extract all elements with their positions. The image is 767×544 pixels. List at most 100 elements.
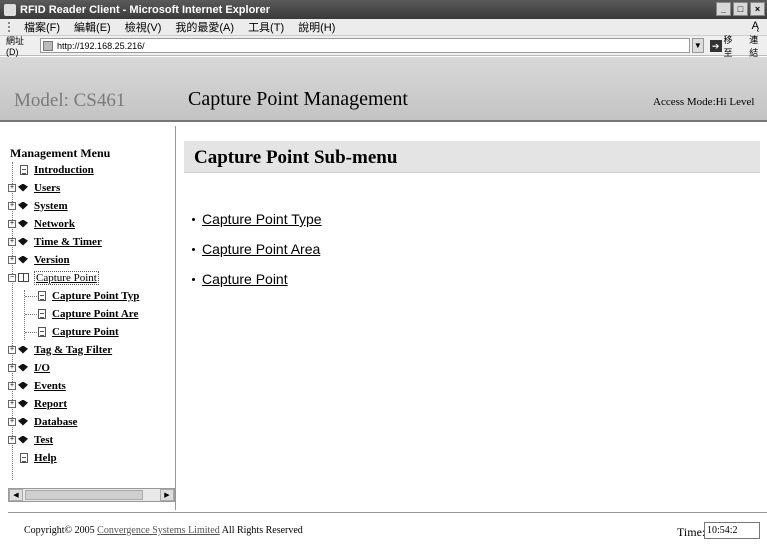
expand-icon[interactable]: +	[8, 399, 16, 408]
capture-point-type-link[interactable]: Capture Point Type	[202, 211, 322, 227]
sidebar-item-io[interactable]: + I/O	[8, 360, 50, 375]
window-title-bar: RFID Reader Client - Microsoft Internet …	[0, 0, 767, 19]
sidebar-item-tag-filter[interactable]: + Tag & Tag Filter	[8, 342, 112, 357]
sidebar-item-version[interactable]: + Version	[8, 252, 70, 267]
window-controls: _ □ ×	[716, 2, 765, 16]
minimize-button[interactable]: _	[716, 2, 731, 16]
company-link[interactable]: Convergence Systems Limited	[97, 525, 220, 536]
sub-heading-bar: Capture Point Sub-menu	[184, 141, 760, 173]
collapse-icon[interactable]: −	[8, 273, 16, 282]
list-item: Capture Point Type	[192, 204, 322, 234]
address-bar: 網址(D) http://192.168.25.216/ ▼ ➔ 移至 連結	[0, 33, 767, 59]
sidebar-item-capture-point-area[interactable]: Capture Point Are	[38, 306, 138, 321]
go-button[interactable]: ➔ 移至	[709, 33, 742, 59]
menubar-right-glyph: Ą	[751, 20, 759, 32]
expand-icon[interactable]: +	[8, 183, 16, 192]
list-item: Capture Point	[192, 264, 322, 294]
expand-icon[interactable]: +	[8, 417, 16, 426]
sub-menu-heading: Capture Point Sub-menu	[194, 147, 398, 168]
expand-icon[interactable]: +	[8, 219, 16, 228]
capture-point-area-link[interactable]: Capture Point Area	[202, 241, 320, 257]
sidebar-title: Management Menu	[10, 146, 111, 160]
model-label: Model: CS461	[14, 90, 126, 111]
sidebar-item-capture-point[interactable]: − Capture Point	[8, 270, 99, 285]
document-icon	[38, 308, 46, 319]
sidebar-item-events[interactable]: + Events	[8, 378, 66, 393]
page-icon	[43, 40, 54, 51]
scroll-left-icon[interactable]: ◀	[9, 489, 23, 501]
browser-menu-bar: 檔案(F) 編輯(E) 檢視(V) 我的最愛(A) 工具(T) 說明(H) Ą	[0, 19, 767, 36]
scroll-right-icon[interactable]: ▶	[160, 489, 174, 501]
book-icon	[18, 255, 28, 264]
book-icon	[18, 363, 28, 372]
expand-icon[interactable]: +	[8, 381, 16, 390]
maximize-button[interactable]: □	[733, 2, 748, 16]
sidebar-item-database[interactable]: + Database	[8, 414, 77, 429]
sidebar-item-report[interactable]: + Report	[8, 396, 67, 411]
time-label: Time:	[677, 525, 706, 539]
menu-view[interactable]: 檢視(V)	[125, 19, 162, 35]
menu-edit[interactable]: 編輯(E)	[74, 19, 111, 35]
book-icon	[18, 183, 28, 192]
expand-icon[interactable]: +	[8, 345, 16, 354]
close-button[interactable]: ×	[750, 2, 765, 16]
address-url: http://192.168.25.216/	[57, 40, 145, 51]
copyright-text: Copyright© 2005 Convergence Systems Limi…	[24, 525, 303, 536]
sub-menu-links: Capture Point Type Capture Point Area Ca…	[192, 204, 322, 294]
book-icon	[18, 237, 28, 246]
window-title: RFID Reader Client - Microsoft Internet …	[20, 3, 270, 16]
toolbar-grip	[8, 22, 12, 32]
ie-icon	[4, 3, 16, 16]
main-content: Capture Point Sub-menu Capture Point Typ…	[178, 126, 767, 510]
page-title: Capture Point Management	[188, 88, 408, 110]
book-icon	[18, 381, 28, 390]
sidebar-item-help[interactable]: Help	[10, 450, 57, 465]
menu-tools[interactable]: 工具(T)	[248, 19, 284, 35]
sidebar-item-network[interactable]: + Network	[8, 216, 75, 231]
rights-text: All Rights Reserved	[221, 525, 303, 536]
expand-icon[interactable]: +	[8, 201, 16, 210]
address-dropdown-icon[interactable]: ▼	[691, 38, 704, 53]
footer-divider	[8, 512, 767, 513]
sidebar-horizontal-scrollbar[interactable]: ◀ ▶	[8, 488, 175, 502]
book-icon	[18, 345, 28, 354]
sidebar-item-capture-point-type[interactable]: Capture Point Typ	[38, 288, 139, 303]
book-icon	[18, 435, 28, 444]
expand-icon[interactable]: +	[8, 255, 16, 264]
sidebar-item-system[interactable]: + System	[8, 198, 68, 213]
sidebar-item-test[interactable]: + Test	[8, 432, 53, 447]
document-icon	[20, 452, 28, 463]
bullet-icon	[192, 277, 195, 281]
page-header: Model: CS461 Capture Point Management Ac…	[0, 57, 767, 122]
sidebar-item-users[interactable]: + Users	[8, 180, 60, 195]
sidebar-item-capture-point-sub[interactable]: Capture Point	[38, 324, 119, 339]
expand-icon[interactable]: +	[8, 363, 16, 372]
sidebar-menu: Management Menu Introduction + Users + S…	[8, 126, 176, 510]
scrollbar-thumb[interactable]	[25, 490, 143, 500]
copyright-prefix: Copyright© 2005	[24, 525, 95, 536]
sidebar-item-introduction[interactable]: Introduction	[10, 162, 94, 177]
address-input[interactable]: http://192.168.25.216/	[40, 38, 690, 53]
book-icon	[18, 219, 28, 228]
sidebar-item-time-timer[interactable]: + Time & Timer	[8, 234, 102, 249]
bullet-icon	[192, 217, 195, 221]
address-label: 網址(D)	[6, 36, 25, 57]
access-mode: Access Mode:Hi Level	[653, 96, 755, 108]
menu-file[interactable]: 檔案(F)	[24, 19, 60, 35]
go-arrow-icon: ➔	[709, 39, 722, 52]
list-item: Capture Point Area	[192, 234, 322, 264]
menu-favorites[interactable]: 我的最愛(A)	[175, 19, 234, 35]
time-field: 10:54:2	[704, 522, 760, 539]
links-button[interactable]: 連結	[749, 33, 767, 59]
bullet-icon	[192, 247, 195, 251]
book-icon	[18, 201, 28, 210]
menu-help[interactable]: 說明(H)	[298, 19, 335, 35]
go-label: 移至	[723, 34, 733, 58]
book-icon	[18, 399, 28, 408]
capture-point-link[interactable]: Capture Point	[202, 271, 288, 287]
open-book-icon	[18, 273, 29, 282]
document-icon	[38, 290, 46, 301]
expand-icon[interactable]: +	[8, 237, 16, 246]
document-icon	[38, 326, 46, 337]
expand-icon[interactable]: +	[8, 435, 16, 444]
